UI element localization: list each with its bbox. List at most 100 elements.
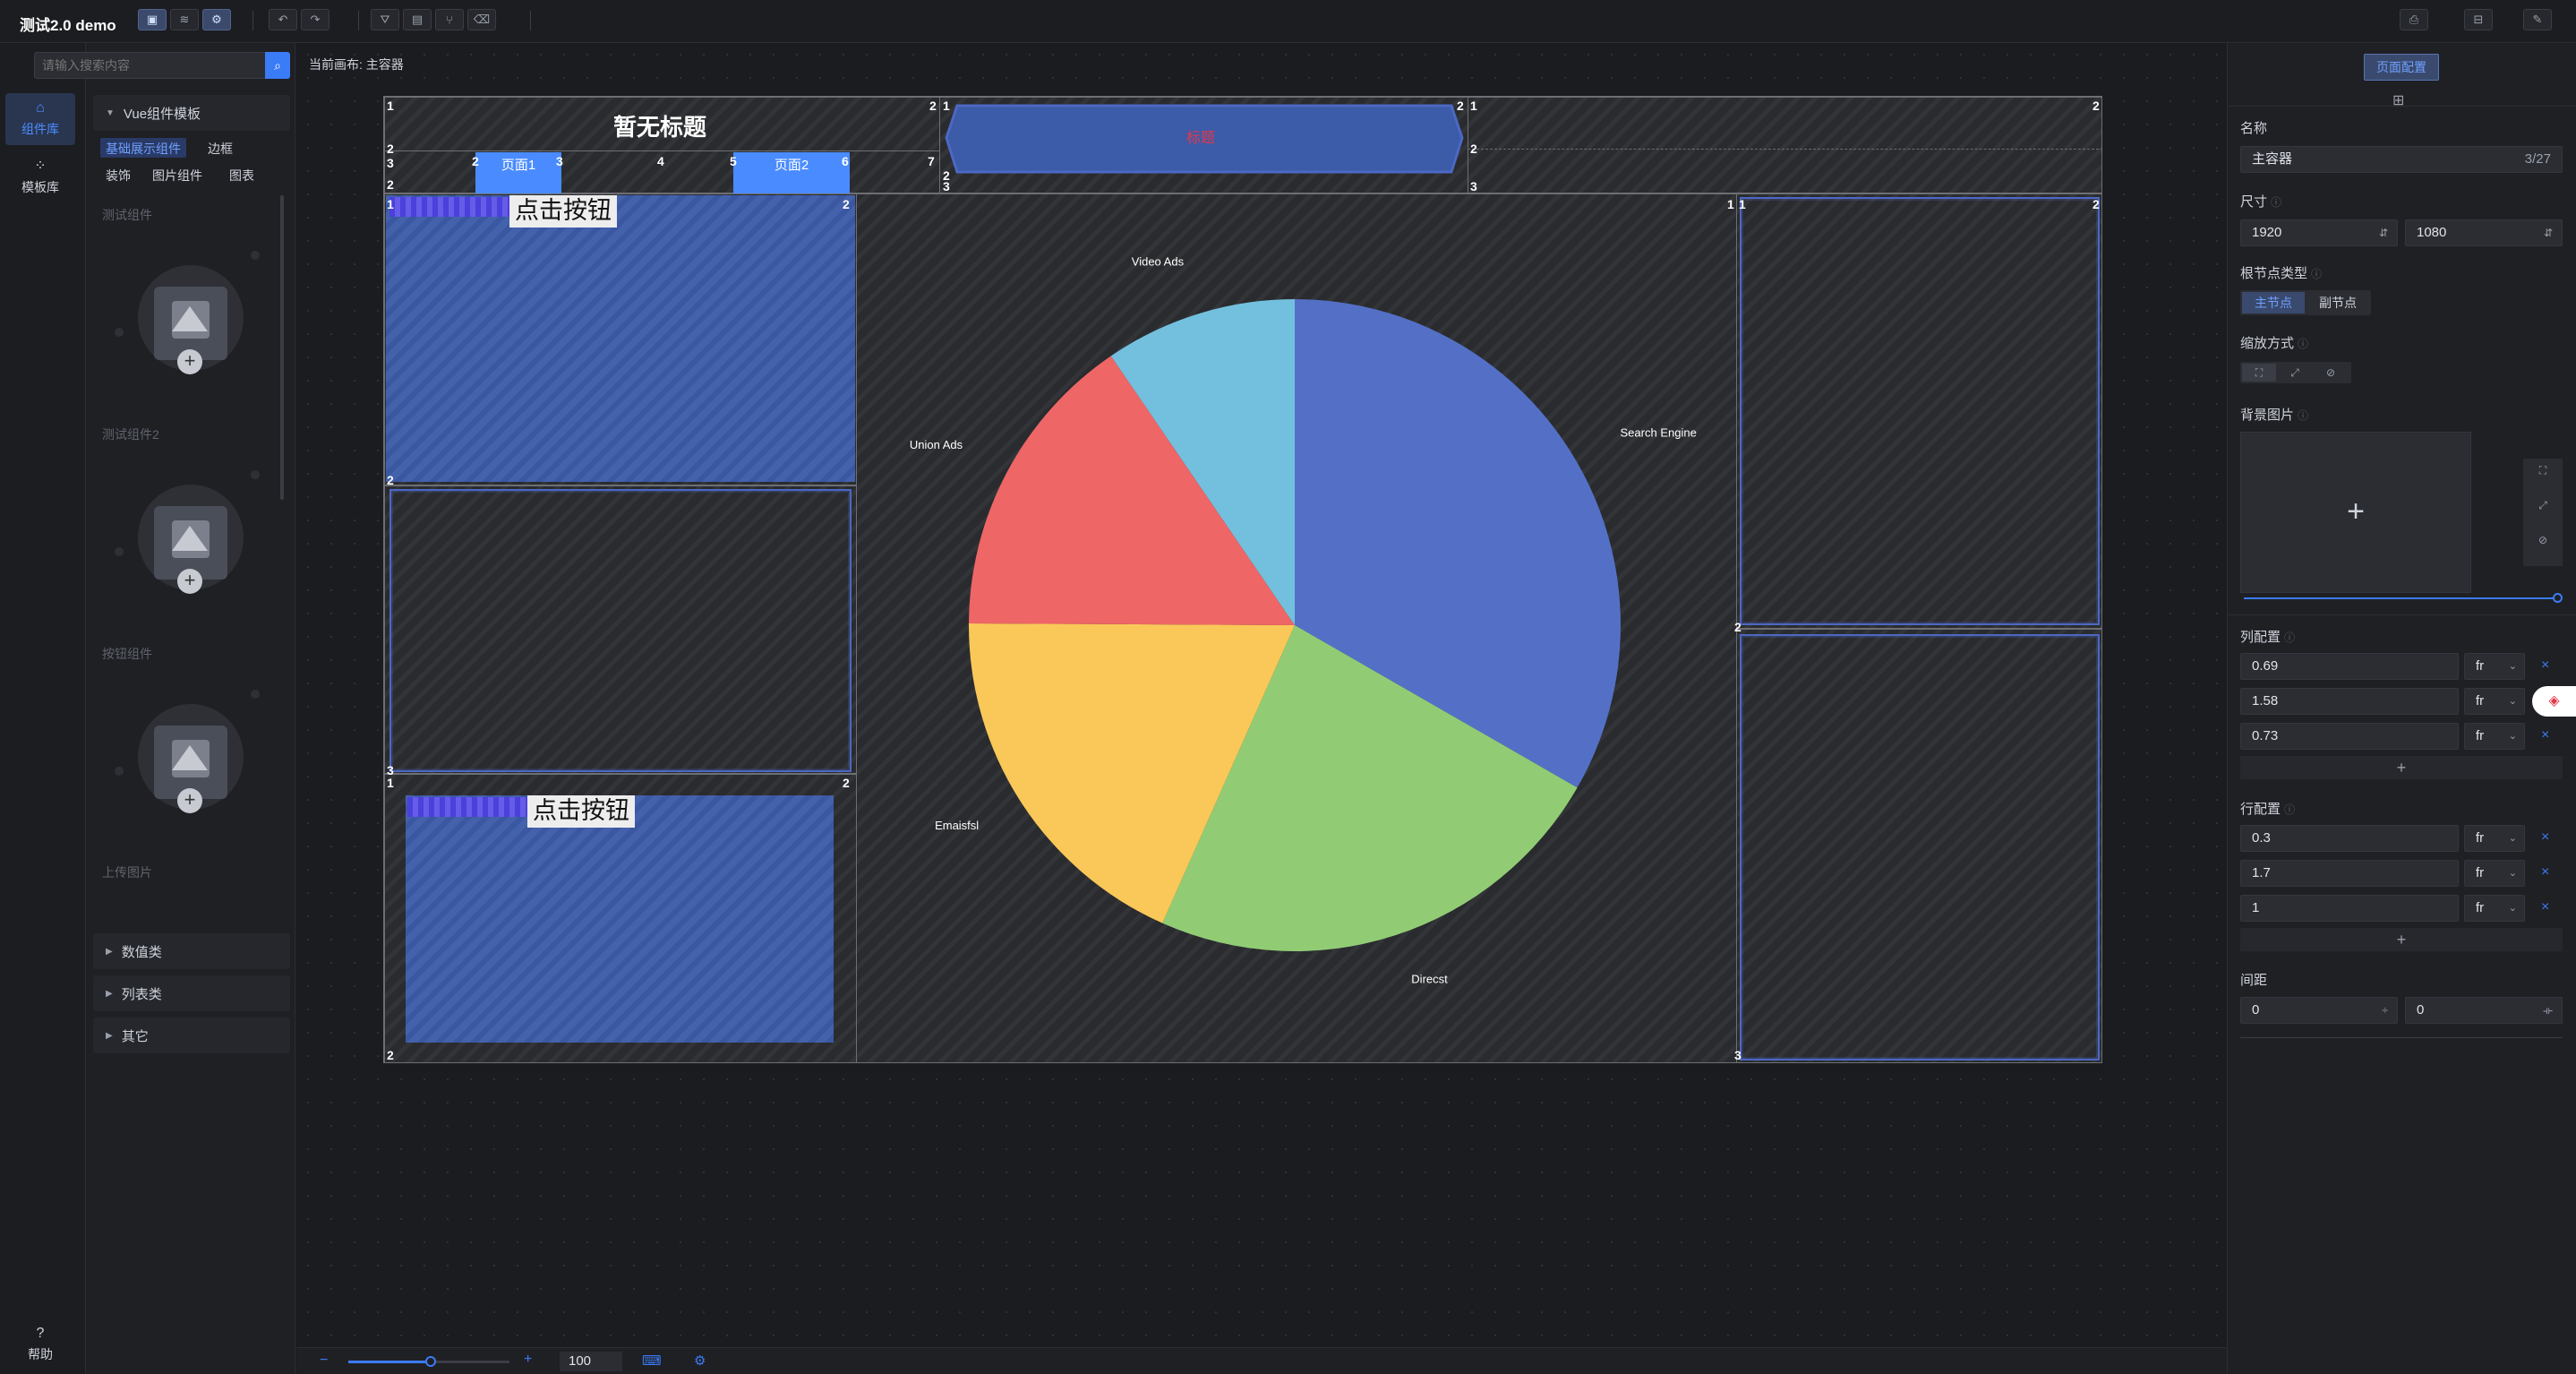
section-other[interactable]: ▶ 其它	[93, 1018, 290, 1053]
branch-icon[interactable]: ⑂	[435, 9, 464, 30]
bg-image-upload[interactable]: +	[2240, 432, 2471, 593]
gap-x-value: 0	[2252, 1002, 2260, 1018]
zoom-input[interactable]: 100	[560, 1352, 622, 1371]
opacity-slider-handle[interactable]	[2553, 593, 2563, 603]
filter-icon[interactable]: ⛛	[371, 9, 399, 30]
name-input[interactable]: 主容器 3/27	[2240, 146, 2563, 173]
chip-border[interactable]: 边框	[202, 138, 238, 158]
none-mode-icon[interactable]: ⊘	[2314, 364, 2348, 382]
cell-number: 3	[1470, 179, 1477, 193]
tab-page-2[interactable]: 页面2	[733, 152, 850, 193]
section-numeric[interactable]: ▶ 数值类	[93, 933, 290, 969]
gap-y-input[interactable]: 0 ⟛	[2405, 997, 2563, 1024]
remove-column-icon[interactable]: ×	[2541, 657, 2549, 674]
column-input[interactable]: 0.69	[2240, 653, 2459, 680]
row-input[interactable]: 0.3	[2240, 825, 2459, 852]
search-button[interactable]: ⌕	[265, 52, 290, 79]
search-input[interactable]	[42, 53, 257, 78]
expand-icon[interactable]: ⤢	[2523, 499, 2563, 512]
section-vue-templates[interactable]: ▼ Vue组件模板	[93, 95, 290, 131]
pie-chart[interactable]: Search Engine Direcst Emaisfsl Union Ads Vid…	[856, 193, 1737, 1063]
remove-column-icon[interactable]: ×	[2541, 727, 2549, 743]
template-card[interactable]: +	[100, 681, 283, 860]
clear-icon[interactable]: ⊘	[2523, 534, 2563, 546]
chip-image[interactable]: 图片组件	[147, 165, 208, 185]
row-unit-select[interactable]: fr ⌄	[2464, 825, 2525, 852]
add-icon[interactable]: +	[177, 788, 202, 813]
fit-mode-icon[interactable]: ⤢	[2278, 364, 2312, 382]
column-unit-select[interactable]: fr ⌄	[2464, 688, 2525, 715]
preview-icon[interactable]: ⎙	[2400, 9, 2428, 30]
chip-decoration[interactable]: 装饰	[100, 165, 136, 185]
template-card[interactable]: +	[100, 242, 283, 421]
row-unit-select[interactable]: fr ⌄	[2464, 895, 2525, 922]
page-config-button[interactable]: 页面配置	[2364, 54, 2439, 81]
chip-chart[interactable]: 图表	[224, 165, 260, 185]
zoom-slider[interactable]	[348, 1356, 509, 1367]
stepper-icon[interactable]: ⇵	[2544, 220, 2553, 245]
add-row-button[interactable]: +	[2240, 928, 2563, 951]
nav-label: 组件库	[21, 122, 59, 136]
root-type-sub[interactable]: 副节点	[2306, 292, 2369, 313]
column-config-label: 列配置 ⓘ	[2240, 630, 2296, 645]
add-icon[interactable]: +	[177, 569, 202, 594]
layout-grid-icon[interactable]: ⊞	[2392, 91, 2404, 109]
remove-row-icon[interactable]: ×	[2541, 864, 2549, 880]
fill-mode-icon[interactable]: ⛶	[2242, 364, 2276, 382]
column-input[interactable]: 1.58	[2240, 688, 2459, 715]
fullscreen-icon[interactable]: ⛶	[2523, 464, 2563, 477]
row-input[interactable]: 1	[2240, 895, 2459, 922]
caret-right-icon: ▶	[106, 946, 113, 957]
zoom-in-icon[interactable]: +	[524, 1352, 532, 1368]
layers-icon[interactable]: ≋	[170, 9, 199, 30]
panel-scrollbar[interactable]	[280, 195, 284, 500]
save-icon[interactable]: ▤	[403, 9, 432, 30]
button-component[interactable]	[386, 195, 855, 482]
stage[interactable]: 暂无标题 标题 页面1 页面2 点击按钮 点击按钮 Search Engine D…	[383, 96, 2102, 1063]
eraser-icon[interactable]: ⌫	[467, 9, 496, 30]
cell-number: 2	[843, 197, 850, 211]
stepper-icon[interactable]: ⇵	[2379, 220, 2388, 245]
layout-view-icon[interactable]: ▣	[138, 9, 167, 30]
user-icon[interactable]: ✎	[2523, 9, 2552, 30]
export-group: ⊟	[2464, 9, 2493, 34]
undo-icon[interactable]: ↶	[269, 9, 297, 30]
width-input[interactable]: 1920 ⇵	[2240, 219, 2398, 246]
redo-icon[interactable]: ↷	[301, 9, 329, 30]
tab-page-1[interactable]: 页面1	[475, 152, 561, 193]
remove-row-icon[interactable]: ×	[2541, 899, 2549, 915]
section-list[interactable]: ▶ 列表类	[93, 975, 290, 1011]
keyboard-icon[interactable]: ⌨	[642, 1353, 662, 1369]
root-type-main[interactable]: 主节点	[2242, 292, 2305, 313]
template-label: 按钮组件	[102, 647, 152, 661]
cell-number: 2	[1734, 620, 1742, 634]
chip-basic[interactable]: 基础展示组件	[100, 138, 186, 158]
row-input[interactable]: 1.7	[2240, 860, 2459, 887]
gap-x-input[interactable]: 0 ÷	[2240, 997, 2398, 1024]
click-button[interactable]: 点击按钮	[527, 795, 635, 828]
nav-help[interactable]: ? 帮助	[5, 1318, 75, 1370]
header-right-cell[interactable]	[1468, 97, 2101, 193]
settings-view-icon[interactable]: ⚙	[202, 9, 231, 30]
add-column-button[interactable]: +	[2240, 756, 2563, 779]
height-value: 1080	[2417, 225, 2447, 240]
template-card[interactable]: +	[100, 461, 283, 640]
nav-component-library[interactable]: ⌂ 组件库	[5, 93, 75, 145]
export-icon[interactable]: ⊟	[2464, 9, 2493, 30]
nav-template-library[interactable]: ⁘ 模板库	[5, 150, 75, 202]
remove-row-icon[interactable]: ×	[2541, 829, 2549, 846]
column-unit-select[interactable]: fr ⌄	[2464, 653, 2525, 680]
height-input[interactable]: 1080 ⇵	[2405, 219, 2563, 246]
button-component[interactable]	[406, 795, 834, 1043]
row-unit-select[interactable]: fr ⌄	[2464, 860, 2525, 887]
click-button[interactable]: 点击按钮	[509, 195, 617, 228]
column-unit-select[interactable]: fr ⌄	[2464, 723, 2525, 750]
settings-icon[interactable]: ⚙	[694, 1353, 706, 1369]
opacity-slider[interactable]	[2244, 597, 2557, 599]
feedback-float-button[interactable]: ◈	[2532, 686, 2576, 717]
left-nav: ⌂ 组件库 ⁘ 模板库 ? 帮助	[0, 43, 86, 1374]
zoom-out-icon[interactable]: −	[320, 1353, 328, 1369]
column-input[interactable]: 0.73	[2240, 723, 2459, 750]
cell-number: 2	[387, 473, 394, 487]
add-icon[interactable]: +	[177, 349, 202, 374]
